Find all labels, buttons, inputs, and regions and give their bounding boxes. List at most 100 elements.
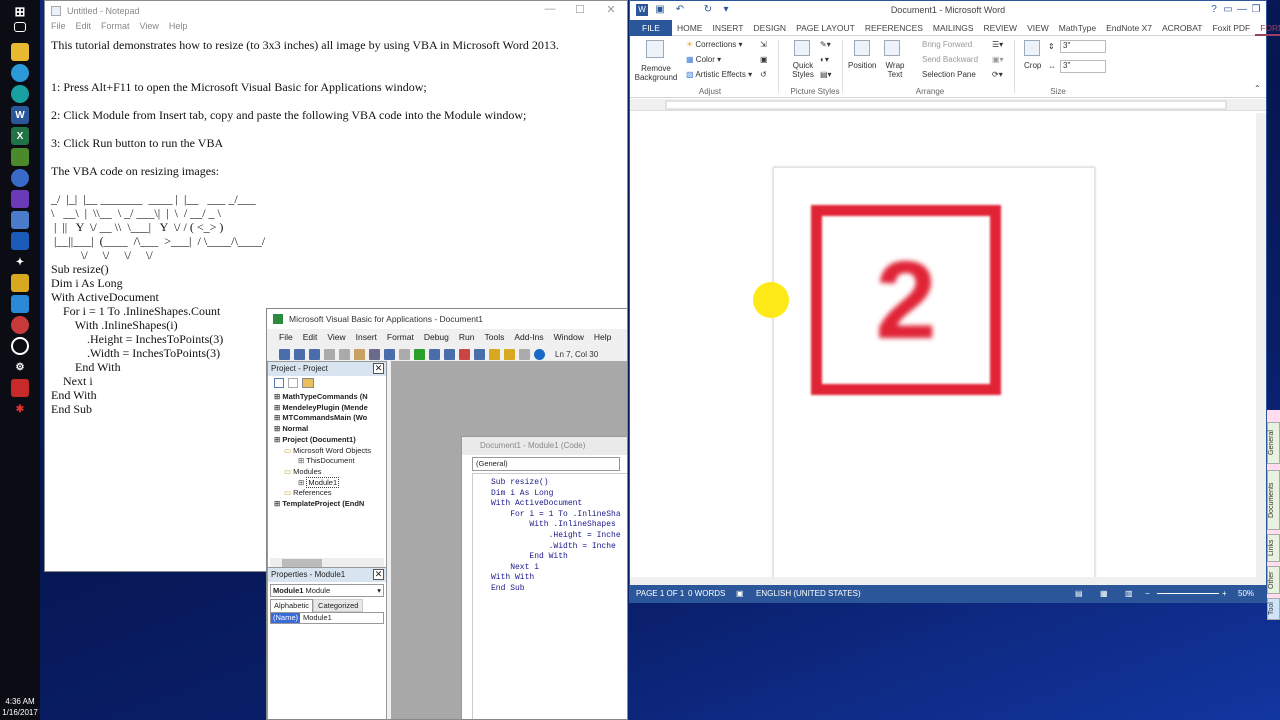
maps-icon[interactable] [11,274,29,292]
tree-item[interactable]: ▭ Microsoft Word Objects [284,446,371,455]
save-icon[interactable] [309,348,320,360]
file-explorer-icon[interactable] [11,43,29,61]
tab-alphabetic[interactable]: Alphabetic [270,599,314,612]
tree-item[interactable]: ⊞ ThisDocument [298,456,355,465]
position-icon[interactable] [854,40,870,56]
excel-taskbar-icon[interactable]: X [11,127,29,145]
side-tab-links[interactable]: Links [1267,534,1280,562]
tab-foxit-pdf[interactable]: Foxit PDF [1207,20,1255,36]
tool-icon[interactable] [11,295,29,313]
collapse-ribbon-icon[interactable]: ⌃ [1254,84,1261,93]
zoom-out-icon[interactable]: − [1145,589,1150,598]
vba-menu-format[interactable]: Format [387,332,414,342]
change-picture-icon[interactable]: ▣ [760,55,768,64]
tab-mathtype[interactable]: MathType [1054,20,1101,36]
horizontal-ruler[interactable] [630,99,1266,111]
target-icon[interactable] [11,337,29,355]
reset-picture-icon[interactable]: ↺ [760,70,767,79]
menu-edit[interactable]: Edit [76,21,92,35]
tree-item[interactable]: ▭ References [284,488,332,497]
menu-view[interactable]: View [140,21,159,35]
tree-item[interactable]: ⊞ Project (Document1) [274,435,356,444]
pdf-icon[interactable] [11,379,29,397]
web-layout-icon[interactable]: ▥ [1125,589,1133,598]
print-layout-icon[interactable]: ▦ [1100,589,1108,598]
android-icon[interactable]: ✦ [11,253,29,271]
tree-item[interactable]: ⊞ Normal [274,424,308,433]
menu-format[interactable]: Format [101,21,130,35]
artistic-effects-button[interactable]: ▧ Artistic Effects ▾ [686,70,752,79]
vba-menu-run[interactable]: Run [459,332,475,342]
minimize-button[interactable]: — [535,3,565,19]
word-taskbar-icon[interactable]: W [11,106,29,124]
taskbar-clock[interactable]: 4:36 AM 1/16/2017 [0,696,40,718]
property-value[interactable]: Module1 [300,613,335,623]
maximize-button[interactable]: ☐ [565,3,595,19]
tab-page-layout[interactable]: PAGE LAYOUT [791,20,860,36]
restore-button[interactable]: ❐ [1250,4,1262,16]
vba-menu-file[interactable]: File [279,332,293,342]
language-indicator[interactable]: ENGLISH (UNITED STATES) [756,589,861,598]
crop-button[interactable]: Crop [1024,61,1041,70]
vba-menu-view[interactable]: View [327,332,345,342]
tab-home[interactable]: HOME [672,20,708,36]
zoom-slider[interactable] [1157,593,1219,594]
picture-effects-icon[interactable]: ◐▾ [820,55,829,64]
tab-design[interactable]: DESIGN [748,20,791,36]
document-area[interactable]: 2 [630,113,1266,587]
menu-help[interactable]: Help [169,21,188,35]
picture-border-icon[interactable]: ✎▾ [820,40,831,49]
tree-item[interactable]: ⊞ Module1 [298,476,340,488]
height-input[interactable]: 3" [1060,40,1106,53]
vba-title-bar[interactable]: Microsoft Visual Basic for Applications … [267,309,627,329]
group-icon[interactable]: ▣▾ [992,55,1004,64]
close-button[interactable]: ✕ [596,3,626,19]
word-count[interactable]: 0 WORDS [688,589,725,598]
break-icon[interactable] [429,348,440,360]
paste-icon[interactable] [354,348,365,360]
crop-icon[interactable] [1024,40,1040,56]
media-icon[interactable] [11,316,29,334]
zoom-level[interactable]: 50% [1238,589,1254,598]
close-icon[interactable]: ✕ [373,569,384,580]
vpn-icon[interactable] [11,232,29,250]
tree-item[interactable]: ⊞ MendeleyPlugin (Mende [274,403,368,412]
vba-menu-insert[interactable]: Insert [356,332,377,342]
redo-icon[interactable] [399,348,410,360]
tab-acrobat[interactable]: ACROBAT [1157,20,1207,36]
rotate-icon[interactable]: ⟳▾ [992,70,1003,79]
code-window-title[interactable]: Document1 - Module1 (Code) [462,437,627,455]
wrap-text-button[interactable]: Wrap Text [882,61,908,79]
bring-forward-button[interactable]: Bring Forward [922,40,972,49]
task-view-icon[interactable] [14,22,26,32]
copy-icon[interactable] [339,348,350,360]
vba-menu-help[interactable]: Help [594,332,611,342]
side-tab-general[interactable]: General [1267,422,1280,464]
chrome-icon[interactable] [11,64,29,82]
selected-picture[interactable]: 2 [811,205,1001,395]
position-button[interactable]: Position [848,61,876,70]
remove-background-icon[interactable] [646,40,664,58]
side-tab-tool[interactable]: Tool [1267,598,1280,620]
menu-file[interactable]: File [51,21,66,35]
tab-format[interactable]: FORMAT [1255,20,1280,36]
tree-item[interactable]: ⊞ TemplateProject (EndN [274,499,364,508]
tab-endnote-x7[interactable]: EndNote X7 [1101,20,1157,36]
settings-icon[interactable]: ⚙ [11,358,29,376]
view-word-icon[interactable] [279,348,290,360]
vba-menu-add-ins[interactable]: Add-Ins [514,332,543,342]
view-code-icon[interactable] [274,378,284,388]
vba-menu-edit[interactable]: Edit [303,332,318,342]
tab-insert[interactable]: INSERT [707,20,748,36]
document-page[interactable]: 2 [773,167,1095,579]
quick-styles-icon[interactable] [794,40,810,56]
corrections-button[interactable]: ☀ Corrections ▾ [686,40,743,49]
design-mode-icon[interactable] [459,348,470,360]
tab-categorized[interactable]: Categorized [313,599,364,612]
page-count[interactable]: PAGE 1 OF 1 [636,589,684,598]
wrap-text-icon[interactable] [884,40,900,56]
side-tab-documents[interactable]: Documents [1267,470,1280,530]
undo-icon[interactable] [384,348,395,360]
picture-layout-icon[interactable]: ▤▾ [820,70,832,79]
start-icon[interactable]: ⊞ [11,3,29,21]
